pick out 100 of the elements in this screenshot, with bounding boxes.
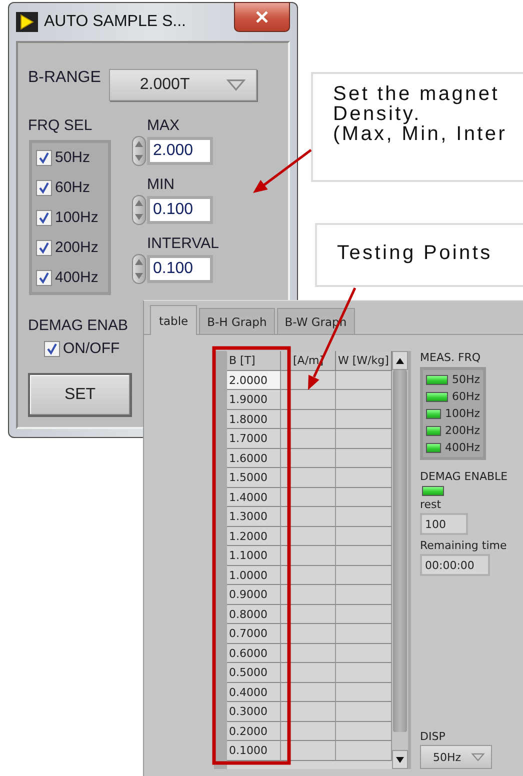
remaining-time-label: Remaining time xyxy=(420,539,507,552)
table-cell: 1.4000 xyxy=(227,488,281,507)
down-arrow-icon xyxy=(135,155,143,161)
table-cell xyxy=(281,507,336,526)
checkbox-label: ON/OFF xyxy=(63,340,120,357)
numeric-label: MIN xyxy=(147,176,176,193)
disp-label: DISP xyxy=(420,730,446,743)
table-cell: 1.5000 xyxy=(227,468,281,488)
led-label: 200Hz xyxy=(444,424,480,437)
table-cell xyxy=(281,390,336,410)
table-cell: 2.0000 xyxy=(227,370,281,390)
numeric-field[interactable]: 0.100 xyxy=(147,255,213,283)
table-cell: 1.9000 xyxy=(227,390,281,410)
table-cell xyxy=(281,488,336,507)
numeric-field[interactable]: 0.100 xyxy=(147,196,213,224)
table-cell: 1.7000 xyxy=(227,429,281,448)
led-label: 400Hz xyxy=(444,441,480,454)
dropdown-caret-icon xyxy=(226,79,246,91)
demag-enable-label: DEMAG ENABLE xyxy=(420,470,508,483)
table-cell: 1.6000 xyxy=(227,448,281,468)
table-cell: 0.7000 xyxy=(227,624,281,644)
scroll-up-button[interactable] xyxy=(392,351,408,370)
checkbox[interactable] xyxy=(36,270,52,286)
table-cell xyxy=(281,702,336,722)
table-cell xyxy=(281,624,336,644)
table-cell: 1.1000 xyxy=(227,546,281,566)
set-button[interactable]: SET xyxy=(28,373,132,417)
column-header: W [W/kg] xyxy=(336,351,392,370)
down-arrow-icon xyxy=(396,756,404,762)
callout-text: Set the magnet Density. (Max, Min, Inter xyxy=(333,84,508,144)
led-label: 50Hz xyxy=(452,373,480,386)
checkbox-label: 60Hz xyxy=(55,179,90,196)
table-cell: 0.4000 xyxy=(227,682,281,702)
spin-buttons[interactable] xyxy=(132,195,146,225)
up-arrow-icon xyxy=(135,259,143,265)
table-cell: 1.3000 xyxy=(227,507,281,526)
table-cell: 0.5000 xyxy=(227,663,281,682)
checkbox[interactable] xyxy=(36,240,52,256)
table-cell xyxy=(281,526,336,546)
checkbox-label: 200Hz xyxy=(55,239,98,256)
checkbox[interactable] xyxy=(36,150,52,166)
up-arrow-icon xyxy=(135,200,143,206)
close-icon xyxy=(255,11,269,23)
table-cell xyxy=(281,682,336,702)
led-label: 100Hz xyxy=(444,407,480,420)
scrollbar-thumb[interactable] xyxy=(393,370,407,732)
table-cell xyxy=(281,566,336,585)
meas-frq-label: MEAS. FRQ xyxy=(420,351,481,364)
table-cell: 0.2000 xyxy=(227,722,281,741)
table-cell xyxy=(281,429,336,448)
table-cell: 0.1000 xyxy=(227,741,281,760)
table-cell xyxy=(281,546,336,566)
checkbox[interactable] xyxy=(36,180,52,196)
tab[interactable]: B-H Graph xyxy=(199,308,275,334)
column-header: B [T] xyxy=(227,351,281,370)
down-arrow-icon xyxy=(135,273,143,279)
close-button[interactable] xyxy=(234,2,290,32)
app-icon xyxy=(16,12,38,32)
checkbox[interactable] xyxy=(44,340,60,356)
b-range-label: B-RANGE xyxy=(28,69,101,87)
table-cell xyxy=(281,468,336,488)
table-cell xyxy=(281,585,336,604)
table-cell: 0.6000 xyxy=(227,644,281,663)
rest-field[interactable]: 100 xyxy=(420,513,468,535)
table-cell xyxy=(281,604,336,624)
table-cell: 1.0000 xyxy=(227,566,281,585)
table-cell: 0.9000 xyxy=(227,585,281,604)
table-cell: 1.8000 xyxy=(227,410,281,429)
demag-label: DEMAG ENAB xyxy=(28,317,128,334)
table-cell xyxy=(281,410,336,429)
table-cell: 0.8000 xyxy=(227,604,281,624)
numeric-label: INTERVAL xyxy=(147,235,219,252)
led-label: 60Hz xyxy=(452,390,480,403)
table-cell xyxy=(281,741,336,760)
numeric-label: MAX xyxy=(147,117,181,134)
table-cell: 0.3000 xyxy=(227,702,281,722)
remaining-time-field[interactable]: 00:00:00 xyxy=(420,554,490,576)
callout-text: Testing Points xyxy=(337,243,494,263)
down-arrow-icon xyxy=(135,214,143,220)
table-cell: 1.2000 xyxy=(227,526,281,546)
numeric-field[interactable]: 2.000 xyxy=(147,137,213,165)
checkbox-label: 400Hz xyxy=(55,269,98,286)
checkbox-label: 100Hz xyxy=(55,209,98,226)
table-cell xyxy=(281,644,336,663)
table-cell xyxy=(281,663,336,682)
disp-dropdown[interactable]: 50Hz xyxy=(420,745,492,769)
dropdown-caret-icon xyxy=(471,752,485,762)
table-cell xyxy=(281,722,336,741)
frq-sel-label: FRQ SEL xyxy=(28,117,92,134)
up-arrow-icon xyxy=(135,141,143,147)
checkbox[interactable] xyxy=(36,210,52,226)
scroll-down-button[interactable] xyxy=(392,750,408,769)
table-cell xyxy=(281,448,336,468)
pointer-arrow xyxy=(253,149,312,193)
b-range-dropdown[interactable]: 2.000T xyxy=(108,69,257,101)
tab[interactable]: table xyxy=(150,305,198,335)
rest-label: rest xyxy=(420,498,442,511)
spin-buttons[interactable] xyxy=(132,254,146,284)
spin-buttons[interactable] xyxy=(132,136,146,166)
checkbox-label: 50Hz xyxy=(55,149,90,166)
